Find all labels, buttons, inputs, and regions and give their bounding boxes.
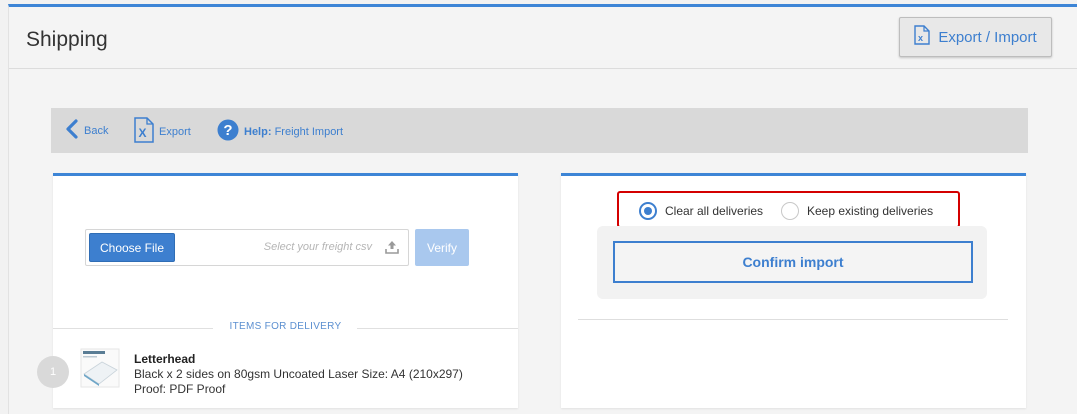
help-link[interactable]: ? Help: Freight Import [217, 119, 343, 144]
confirm-import-button[interactable]: Confirm import [613, 241, 973, 283]
items-heading: ITEMS FOR DELIVERY [229, 321, 342, 332]
import-panel: Clear all deliveries Keep existing deliv… [561, 173, 1026, 408]
divider-line-right [357, 328, 518, 329]
clear-all-deliveries-option[interactable]: Clear all deliveries [639, 202, 763, 220]
item-index-badge: 1 [37, 356, 69, 388]
verify-button[interactable]: Verify [415, 229, 469, 266]
svg-text:x: x [918, 33, 923, 43]
import-mode-options: Clear all deliveries Keep existing deliv… [617, 191, 960, 228]
page-title: Shipping [26, 28, 108, 51]
clear-all-label: Clear all deliveries [665, 204, 764, 218]
toolbar: Back X Export ? Help: Freight Import [51, 108, 1028, 153]
panel-divider [578, 319, 1008, 320]
item-description: Black x 2 sides on 80gsm Uncoated Laser … [134, 367, 463, 396]
file-upload-group: Choose File Select your freight csv [85, 229, 409, 266]
question-circle-icon: ? [217, 119, 239, 144]
keep-existing-deliveries-option[interactable]: Keep existing deliveries [781, 202, 933, 220]
excel-file-icon: x [914, 25, 931, 49]
svg-text:X: X [139, 126, 147, 140]
radio-unchecked-icon[interactable] [781, 202, 799, 220]
items-divider: ITEMS FOR DELIVERY [53, 321, 518, 335]
excel-file-icon: X [134, 117, 154, 146]
upload-panel: Choose File Select your freight csv Veri… [37, 173, 518, 408]
back-label: Back [84, 124, 109, 137]
help-text: Help: Freight Import [244, 126, 343, 138]
page-header: Shipping x Export / Import [9, 7, 1077, 69]
help-prefix: Help: [244, 125, 272, 138]
chevron-left-icon [65, 119, 79, 142]
back-link[interactable]: Back [65, 119, 108, 142]
export-import-button[interactable]: x Export / Import [899, 17, 1052, 57]
export-import-label: Export / Import [938, 28, 1037, 46]
keep-existing-label: Keep existing deliveries [807, 204, 934, 218]
help-label: Freight Import [274, 125, 344, 138]
letterhead-thumbnail-icon [80, 348, 120, 388]
file-input-placeholder[interactable]: Select your freight csv [264, 241, 372, 253]
export-link[interactable]: X Export [134, 117, 191, 146]
radio-checked-icon[interactable] [639, 202, 657, 220]
upload-icon[interactable] [385, 240, 399, 259]
choose-file-button[interactable]: Choose File [89, 233, 175, 262]
item-name: Letterhead [134, 352, 196, 366]
confirm-import-wrapper: Confirm import [597, 226, 987, 299]
page: Shipping x Export / Import Back X Export… [8, 4, 1077, 414]
svg-text:?: ? [223, 122, 232, 139]
export-label: Export [159, 125, 191, 138]
list-item: 1 Letterhead Black x 2 sides on 80gsm Un… [37, 348, 507, 408]
